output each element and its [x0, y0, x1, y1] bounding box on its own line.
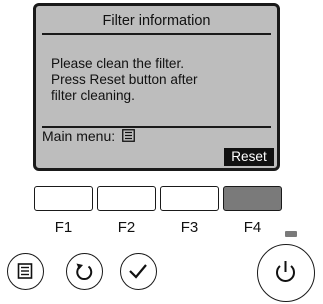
message-line: filter cleaning. [51, 88, 135, 103]
lcd-screen: Filter information Please clean the filt… [33, 3, 280, 171]
operation-indicator-led [285, 231, 297, 237]
menu-icon [17, 263, 33, 279]
f3-label: F3 [180, 219, 199, 236]
f4-label: F4 [243, 219, 262, 236]
menu-button[interactable] [7, 253, 44, 290]
screen-title: Filter information [102, 13, 211, 29]
message-line: Press Reset button after [51, 72, 198, 87]
message-line: Please clean the filter. [51, 56, 184, 71]
power-button[interactable] [257, 244, 315, 302]
main-menu-label: Main menu: [42, 128, 116, 144]
menu-icon [122, 129, 135, 142]
power-icon [276, 261, 295, 282]
main-menu-hint: Main menu: [42, 128, 135, 144]
f1-label: F1 [54, 219, 73, 236]
f1-button[interactable] [34, 186, 93, 211]
return-icon [76, 263, 93, 281]
title-divider [42, 33, 271, 35]
reset-softkey-label: Reset [224, 148, 274, 166]
return-button[interactable] [66, 253, 103, 290]
checkmark-icon [129, 264, 147, 279]
select-button[interactable] [120, 253, 157, 290]
filter-message: Please clean the filter. Press Reset but… [51, 56, 198, 104]
f2-button[interactable] [97, 186, 156, 211]
f3-button[interactable] [160, 186, 219, 211]
f2-label: F2 [117, 219, 136, 236]
f4-button[interactable] [223, 186, 282, 211]
